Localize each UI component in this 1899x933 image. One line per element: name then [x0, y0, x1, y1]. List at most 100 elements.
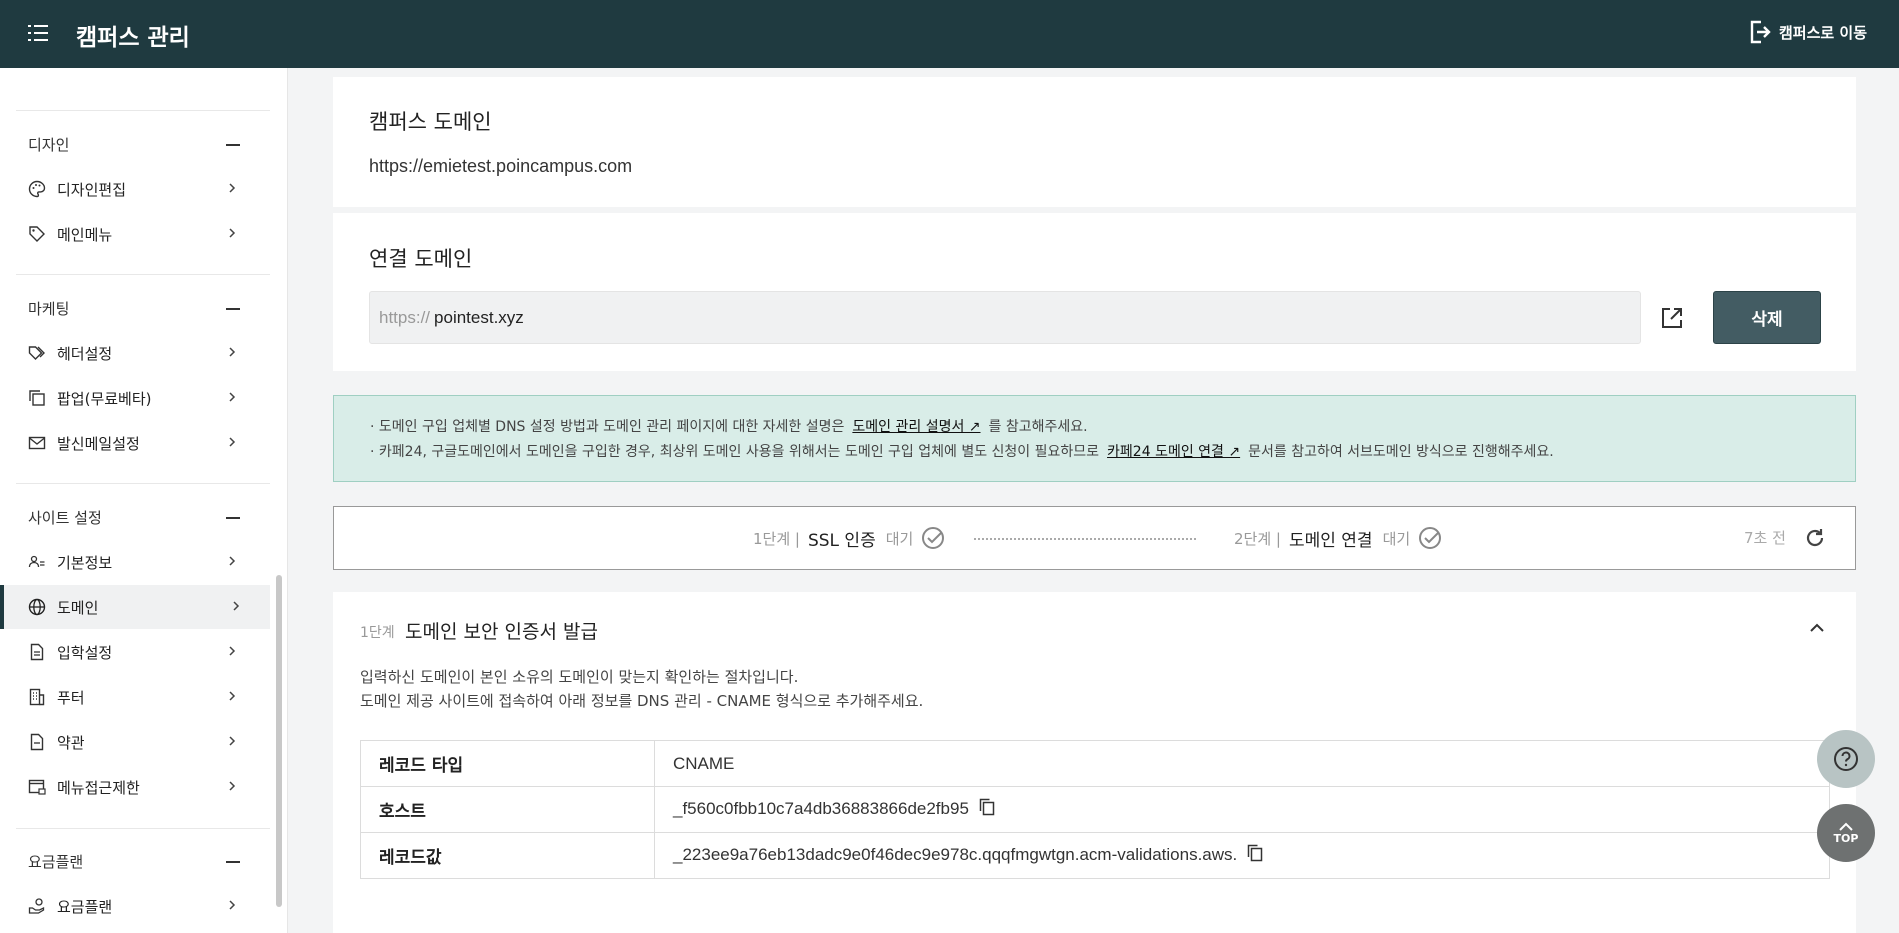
domain-prefix: https://: [379, 307, 431, 327]
sidebar-item-label: 약관: [57, 733, 85, 752]
step-state: 대기: [885, 529, 914, 548]
palette-icon: [28, 180, 46, 198]
copy-icon[interactable]: [1247, 844, 1263, 867]
notice-line-1: · 도메인 구입 업체별 DNS 설정 방법과 도메인 관리 페이지에 대한 자…: [370, 416, 1088, 436]
tags-icon: [28, 344, 46, 362]
copy-icon[interactable]: [979, 798, 995, 821]
open-link-icon[interactable]: [1660, 306, 1684, 334]
chevron-right-icon: [233, 601, 240, 611]
sidebar-item-pricing-plan[interactable]: 요금플랜: [0, 884, 270, 928]
notice-text: 를 참고해주세요.: [988, 419, 1088, 435]
chevron-right-icon: [229, 183, 236, 193]
chevron-right-icon: [229, 691, 236, 701]
sidebar: 디자인 디자인편집 메인메뉴 마케팅 헤더설정 팝업(무료베타) 발신메일설정 …: [0, 68, 288, 933]
sidebar-item-popup[interactable]: 팝업(무료베타): [0, 376, 270, 420]
sidebar-scrollbar[interactable]: [276, 575, 282, 907]
sidebar-item-label: 메인메뉴: [57, 225, 113, 244]
document-icon: [28, 643, 46, 661]
tag-icon: [28, 225, 46, 243]
users-icon: [28, 553, 46, 571]
detail-step-number: 1단계: [360, 625, 395, 641]
notice-text: · 카페24, 구글도메인에서 도메인을 구입한 경우, 최상위 도메인 사용을…: [370, 444, 1100, 460]
sidebar-item-footer[interactable]: 푸터: [0, 675, 270, 719]
record-value[interactable]: CNAME: [673, 754, 734, 773]
sidebar-item-label: 도메인: [57, 598, 99, 617]
table-row: 레코드값 _223ee9a76eb13dadc9e0f46dec9e978c.q…: [360, 832, 1830, 879]
campus-domain-title: 캠퍼스 도메인: [369, 110, 492, 134]
sidebar-item-label: 메뉴접근제한: [57, 778, 140, 797]
check-circle-icon: [922, 527, 945, 549]
domain-guide-link[interactable]: 도메인 관리 설명서 ↗: [852, 416, 980, 436]
campus-domain-card: 캠퍼스 도메인 https://emietest.poincampus.com: [333, 77, 1856, 207]
hand-coin-icon: [28, 897, 46, 915]
detail-description-1: 입력하신 도메인이 본인 소유의 도메인이 맞는지 확인하는 절차입니다.: [360, 668, 799, 686]
mail-icon: [28, 434, 46, 452]
sidebar-section-pricing[interactable]: 요금플랜: [28, 851, 240, 872]
chevron-right-icon: [229, 900, 236, 910]
sidebar-divider: [16, 483, 270, 484]
help-button[interactable]: [1817, 730, 1875, 788]
sidebar-section-site-settings[interactable]: 사이트 설정: [28, 507, 240, 528]
step-number: 2단계 |: [1234, 529, 1281, 548]
record-key: 호스트: [360, 786, 655, 833]
record-value-cell: CNAME: [654, 740, 1830, 787]
step-state: 대기: [1382, 529, 1411, 548]
sidebar-item-label: 발신메일설정: [57, 434, 140, 453]
check-circle-icon: [1419, 527, 1442, 549]
record-value-cell: _f560c0fbb10c7a4db36883866de2fb95: [654, 786, 1830, 833]
goto-campus-button[interactable]: 캠퍼스로 이동: [1749, 20, 1867, 44]
record-key: 레코드 타입: [360, 740, 655, 787]
scroll-top-label: TOP: [1833, 831, 1859, 845]
sidebar-item-main-menu[interactable]: 메인메뉴: [0, 212, 270, 256]
record-value[interactable]: _f560c0fbb10c7a4db36883866de2fb95: [673, 799, 969, 818]
sidebar-divider: [16, 110, 270, 111]
file-icon: [28, 733, 46, 751]
step-number: 1단계 |: [753, 529, 800, 548]
chevron-up-icon[interactable]: [1808, 619, 1826, 638]
chevron-right-icon: [229, 347, 236, 357]
sidebar-section-label: 디자인: [28, 136, 70, 154]
step-ssl: 1단계 | SSL 인증 대기: [753, 507, 945, 569]
collapse-icon: [226, 307, 240, 310]
sidebar-item-domain[interactable]: 도메인: [0, 585, 270, 629]
linked-domain-input[interactable]: https:// pointest.xyz: [369, 291, 1641, 344]
scroll-top-button[interactable]: TOP: [1817, 804, 1875, 862]
sidebar-divider: [16, 274, 270, 275]
dns-record-table: 레코드 타입 CNAME 호스트 _f560c0fbb10c7a4db36883…: [360, 740, 1830, 879]
notice-line-2: · 카페24, 구글도메인에서 도메인을 구입한 경우, 최상위 도메인 사용을…: [370, 441, 1554, 461]
menu-icon[interactable]: [28, 23, 50, 43]
sidebar-item-label: 기본정보: [57, 553, 113, 572]
delete-button[interactable]: 삭제: [1713, 291, 1821, 344]
domain-value: pointest.xyz: [434, 307, 524, 327]
app-title: 캠퍼스 관리: [76, 25, 190, 51]
notice-box: · 도메인 구입 업체별 DNS 설정 방법과 도메인 관리 페이지에 대한 자…: [333, 395, 1856, 482]
sidebar-divider: [16, 828, 270, 829]
chevron-right-icon: [229, 556, 236, 566]
notice-text: 문서를 참고하여 서브도메인 방식으로 진행해주세요.: [1248, 444, 1554, 460]
sidebar-item-admission[interactable]: 입학설정: [0, 630, 270, 674]
collapse-icon: [226, 860, 240, 863]
sidebar-item-design-edit[interactable]: 디자인편집: [0, 167, 270, 211]
sidebar-section-label: 사이트 설정: [28, 509, 102, 527]
sidebar-section-marketing[interactable]: 마케팅: [28, 298, 240, 319]
chevron-right-icon: [229, 736, 236, 746]
progress-steps: 1단계 | SSL 인증 대기 2단계 | 도메인 연결 대기 7초 전: [333, 506, 1856, 570]
chevron-right-icon: [229, 392, 236, 402]
chevron-right-icon: [229, 646, 236, 656]
chevron-right-icon: [229, 228, 236, 238]
refresh-icon[interactable]: [1804, 527, 1826, 553]
ssl-step-detail-card: 1단계 도메인 보안 인증서 발급 입력하신 도메인이 본인 소유의 도메인이 …: [333, 592, 1856, 933]
sidebar-item-header-settings[interactable]: 헤더설정: [0, 331, 270, 375]
step-name: 도메인 연결: [1288, 530, 1373, 551]
sidebar-item-basic-info[interactable]: 기본정보: [0, 540, 270, 584]
cafe24-guide-link[interactable]: 카페24 도메인 연결 ↗: [1107, 441, 1240, 461]
sidebar-item-menu-access[interactable]: 메뉴접근제한: [0, 765, 270, 809]
record-value-cell: _223ee9a76eb13dadc9e0f46dec9e978c.qqqfmg…: [654, 832, 1830, 879]
record-value[interactable]: _223ee9a76eb13dadc9e0f46dec9e978c.qqqfmg…: [673, 845, 1237, 864]
sidebar-item-sender-email[interactable]: 발신메일설정: [0, 421, 270, 465]
sidebar-item-terms[interactable]: 약관: [0, 720, 270, 764]
top-header: 캠퍼스 관리 캠퍼스로 이동: [0, 0, 1899, 68]
sidebar-section-design[interactable]: 디자인: [28, 134, 240, 155]
chevron-right-icon: [229, 437, 236, 447]
sidebar-item-label: 헤더설정: [57, 344, 113, 363]
